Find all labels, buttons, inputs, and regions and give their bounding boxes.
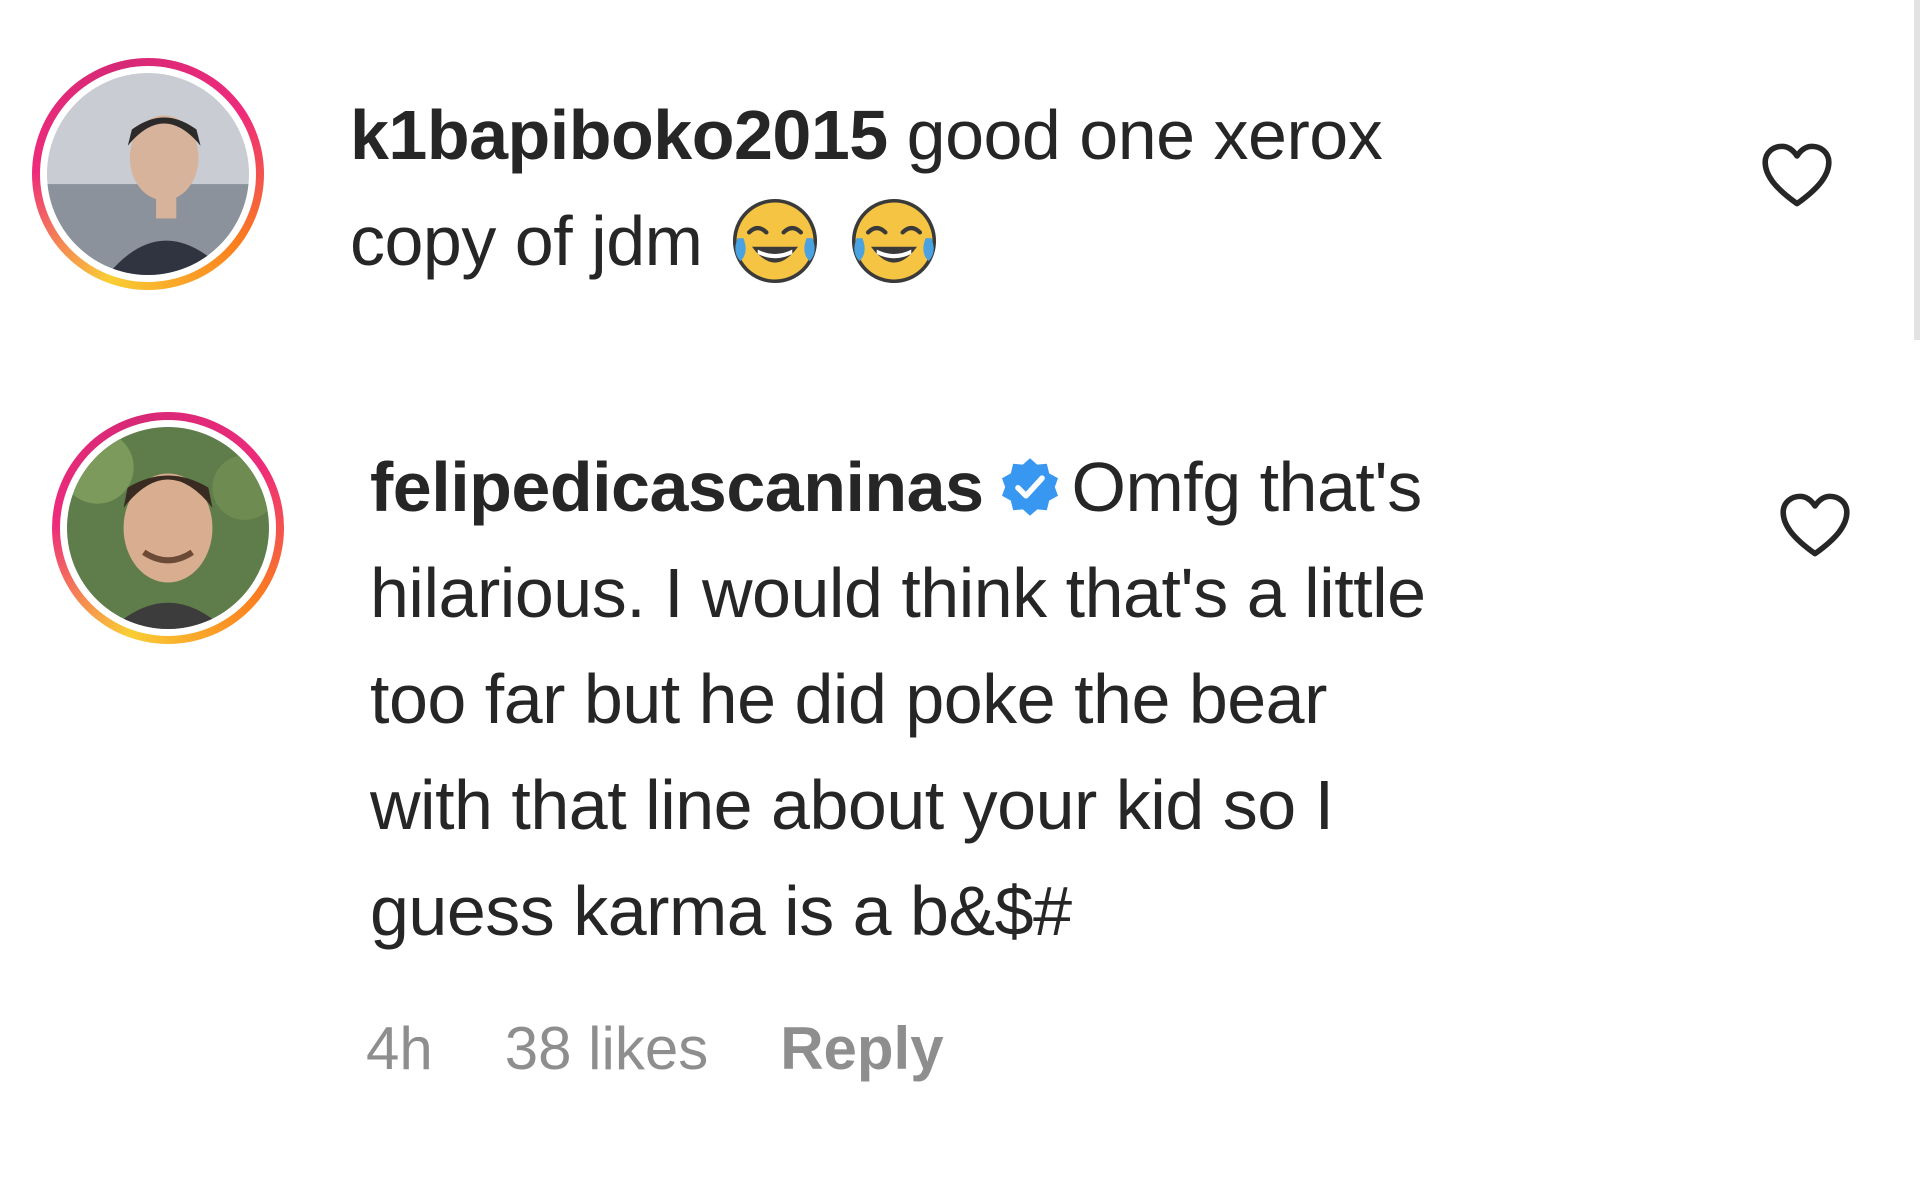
comment-meta: 4h 38 likes Reply (366, 1014, 944, 1083)
comment-line: copy of jdm (350, 188, 1710, 294)
comment-text: Omfg that's (1071, 448, 1423, 526)
verified-badge-icon (998, 442, 1062, 516)
comment-body: felipedicascaninas Omfg that's hilarious… (370, 434, 1770, 964)
scrollbar[interactable] (1914, 0, 1920, 340)
comment-line: guess karma is a b&$# (370, 872, 1072, 950)
comment-username[interactable]: felipedicascaninas (370, 448, 984, 526)
avatar-photo (67, 427, 269, 629)
comment-likes-count[interactable]: 38 likes (505, 1014, 708, 1083)
like-heart-icon[interactable] (1776, 490, 1854, 560)
comment-line: with that line about your kid so I (370, 766, 1334, 844)
comment-line: felipedicascaninas Omfg that's (370, 434, 1770, 540)
comment-line: k1bapiboko2015 good one xerox (350, 82, 1710, 188)
reply-button[interactable]: Reply (780, 1014, 943, 1083)
comment-text: good one xerox (906, 96, 1383, 174)
avatar[interactable] (32, 58, 264, 290)
comment-time: 4h (366, 1015, 433, 1082)
comment-line: too far but he did poke the bear (370, 660, 1327, 738)
comment-line: hilarious. I would think that's a little (370, 554, 1426, 632)
like-heart-icon[interactable] (1758, 140, 1836, 210)
comment-username[interactable]: k1bapiboko2015 (350, 96, 888, 174)
tears-of-joy-icon (729, 195, 821, 287)
comment-text: copy of jdm (350, 202, 703, 280)
avatar-photo (47, 73, 249, 275)
tears-of-joy-icon (848, 195, 940, 287)
avatar[interactable] (52, 412, 284, 644)
comment-body: k1bapiboko2015 good one xerox copy of jd… (350, 82, 1710, 294)
